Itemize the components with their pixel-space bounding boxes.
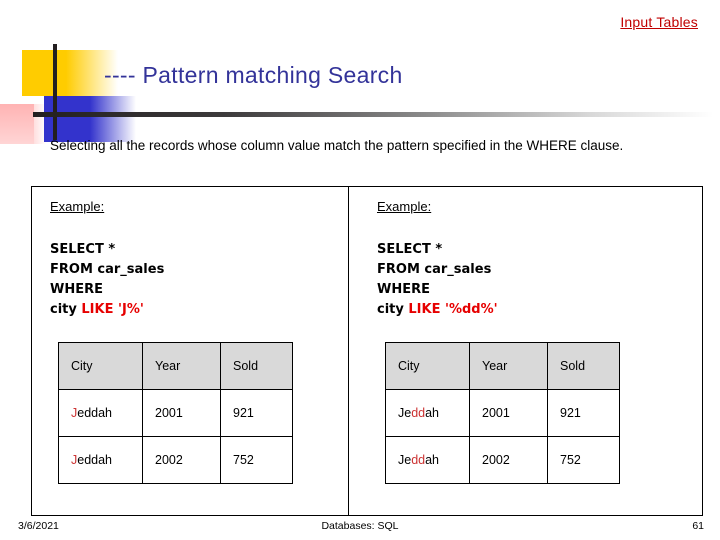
example-label-right: Example:: [377, 199, 432, 214]
result-table-right: City Year Sold Jeddah 2001 921 Jeddah 20…: [385, 342, 620, 484]
city-remainder: eddah: [77, 406, 113, 420]
city-prefix: Je: [398, 453, 412, 467]
pattern-match-text: dd: [411, 406, 426, 420]
sql-line-from: FROM car_sales: [377, 262, 492, 277]
page-title: ---- Pattern matching Search: [104, 62, 403, 88]
sql-pattern-literal: '%dd%': [445, 302, 498, 317]
slide-footer: 3/6/2021 Databases: SQL 61: [0, 520, 720, 540]
cell-city: Jeddah: [385, 389, 470, 437]
table-row: Jeddah 2001 921: [58, 389, 293, 437]
cell-sold: 752: [547, 436, 620, 484]
sql-column-name: city: [50, 302, 77, 317]
column-header-sold: Sold: [220, 342, 293, 390]
table-row: Jeddah 2002 752: [58, 436, 293, 484]
pink-solid-block: [0, 104, 34, 144]
sql-line-where: WHERE: [377, 282, 430, 297]
cell-city: Jeddah: [58, 389, 143, 437]
cell-year: 2001: [469, 389, 548, 437]
table-header-row: City Year Sold: [385, 342, 620, 390]
examples-container: Example: SELECT * FROM car_sales WHERE c…: [31, 186, 703, 516]
column-header-city: City: [385, 342, 470, 390]
sql-line-condition: city LIKE '%dd%': [377, 300, 702, 320]
table-header-row: City Year Sold: [58, 342, 293, 390]
cell-year: 2002: [142, 436, 221, 484]
slide: Input Tables ---- Pattern matching Searc…: [0, 0, 720, 540]
yellow-square: [22, 50, 66, 96]
sql-line-select: SELECT *: [50, 242, 116, 257]
example-label-left: Example:: [50, 199, 105, 214]
column-header-year: Year: [469, 342, 548, 390]
footer-title: Databases: SQL: [321, 520, 399, 532]
table-row: Jeddah 2001 921: [385, 389, 620, 437]
column-header-sold: Sold: [547, 342, 620, 390]
city-remainder: eddah: [77, 453, 113, 467]
column-header-year: Year: [142, 342, 221, 390]
cell-city: Jeddah: [58, 436, 143, 484]
cell-sold: 921: [547, 389, 620, 437]
sql-line-select: SELECT *: [377, 242, 443, 257]
intro-paragraph: Selecting all the records whose column v…: [50, 138, 624, 153]
sql-like-keyword: LIKE: [408, 302, 441, 317]
title-horizontal-rule: [33, 112, 713, 117]
sql-line-condition: city LIKE 'J%': [50, 300, 348, 320]
sql-line-where: WHERE: [50, 282, 103, 297]
cell-sold: 752: [220, 436, 293, 484]
cell-city: Jeddah: [385, 436, 470, 484]
example-panel-left: Example: SELECT * FROM car_sales WHERE c…: [32, 187, 348, 515]
sql-code-left: SELECT * FROM car_sales WHERE city LIKE …: [50, 240, 348, 320]
sql-pattern-literal: 'J%': [118, 302, 144, 317]
sql-code-right: SELECT * FROM car_sales WHERE city LIKE …: [377, 240, 702, 320]
cell-year: 2002: [469, 436, 548, 484]
table-row: Jeddah 2002 752: [385, 436, 620, 484]
city-suffix: ah: [425, 406, 440, 420]
city-prefix: Je: [398, 406, 412, 420]
sql-column-name: city: [377, 302, 404, 317]
column-header-city: City: [58, 342, 143, 390]
result-table-left: City Year Sold Jeddah 2001 921 Jeddah 20…: [58, 342, 293, 484]
example-panel-right: Example: SELECT * FROM car_sales WHERE c…: [348, 187, 702, 515]
cell-sold: 921: [220, 389, 293, 437]
sql-like-keyword: LIKE: [81, 302, 114, 317]
sql-line-from: FROM car_sales: [50, 262, 165, 277]
input-tables-header: Input Tables: [620, 14, 698, 30]
vertical-rule: [53, 44, 57, 140]
cell-year: 2001: [142, 389, 221, 437]
city-suffix: ah: [425, 453, 440, 467]
footer-page-number: 61: [692, 520, 704, 532]
pattern-match-text: dd: [411, 453, 426, 467]
